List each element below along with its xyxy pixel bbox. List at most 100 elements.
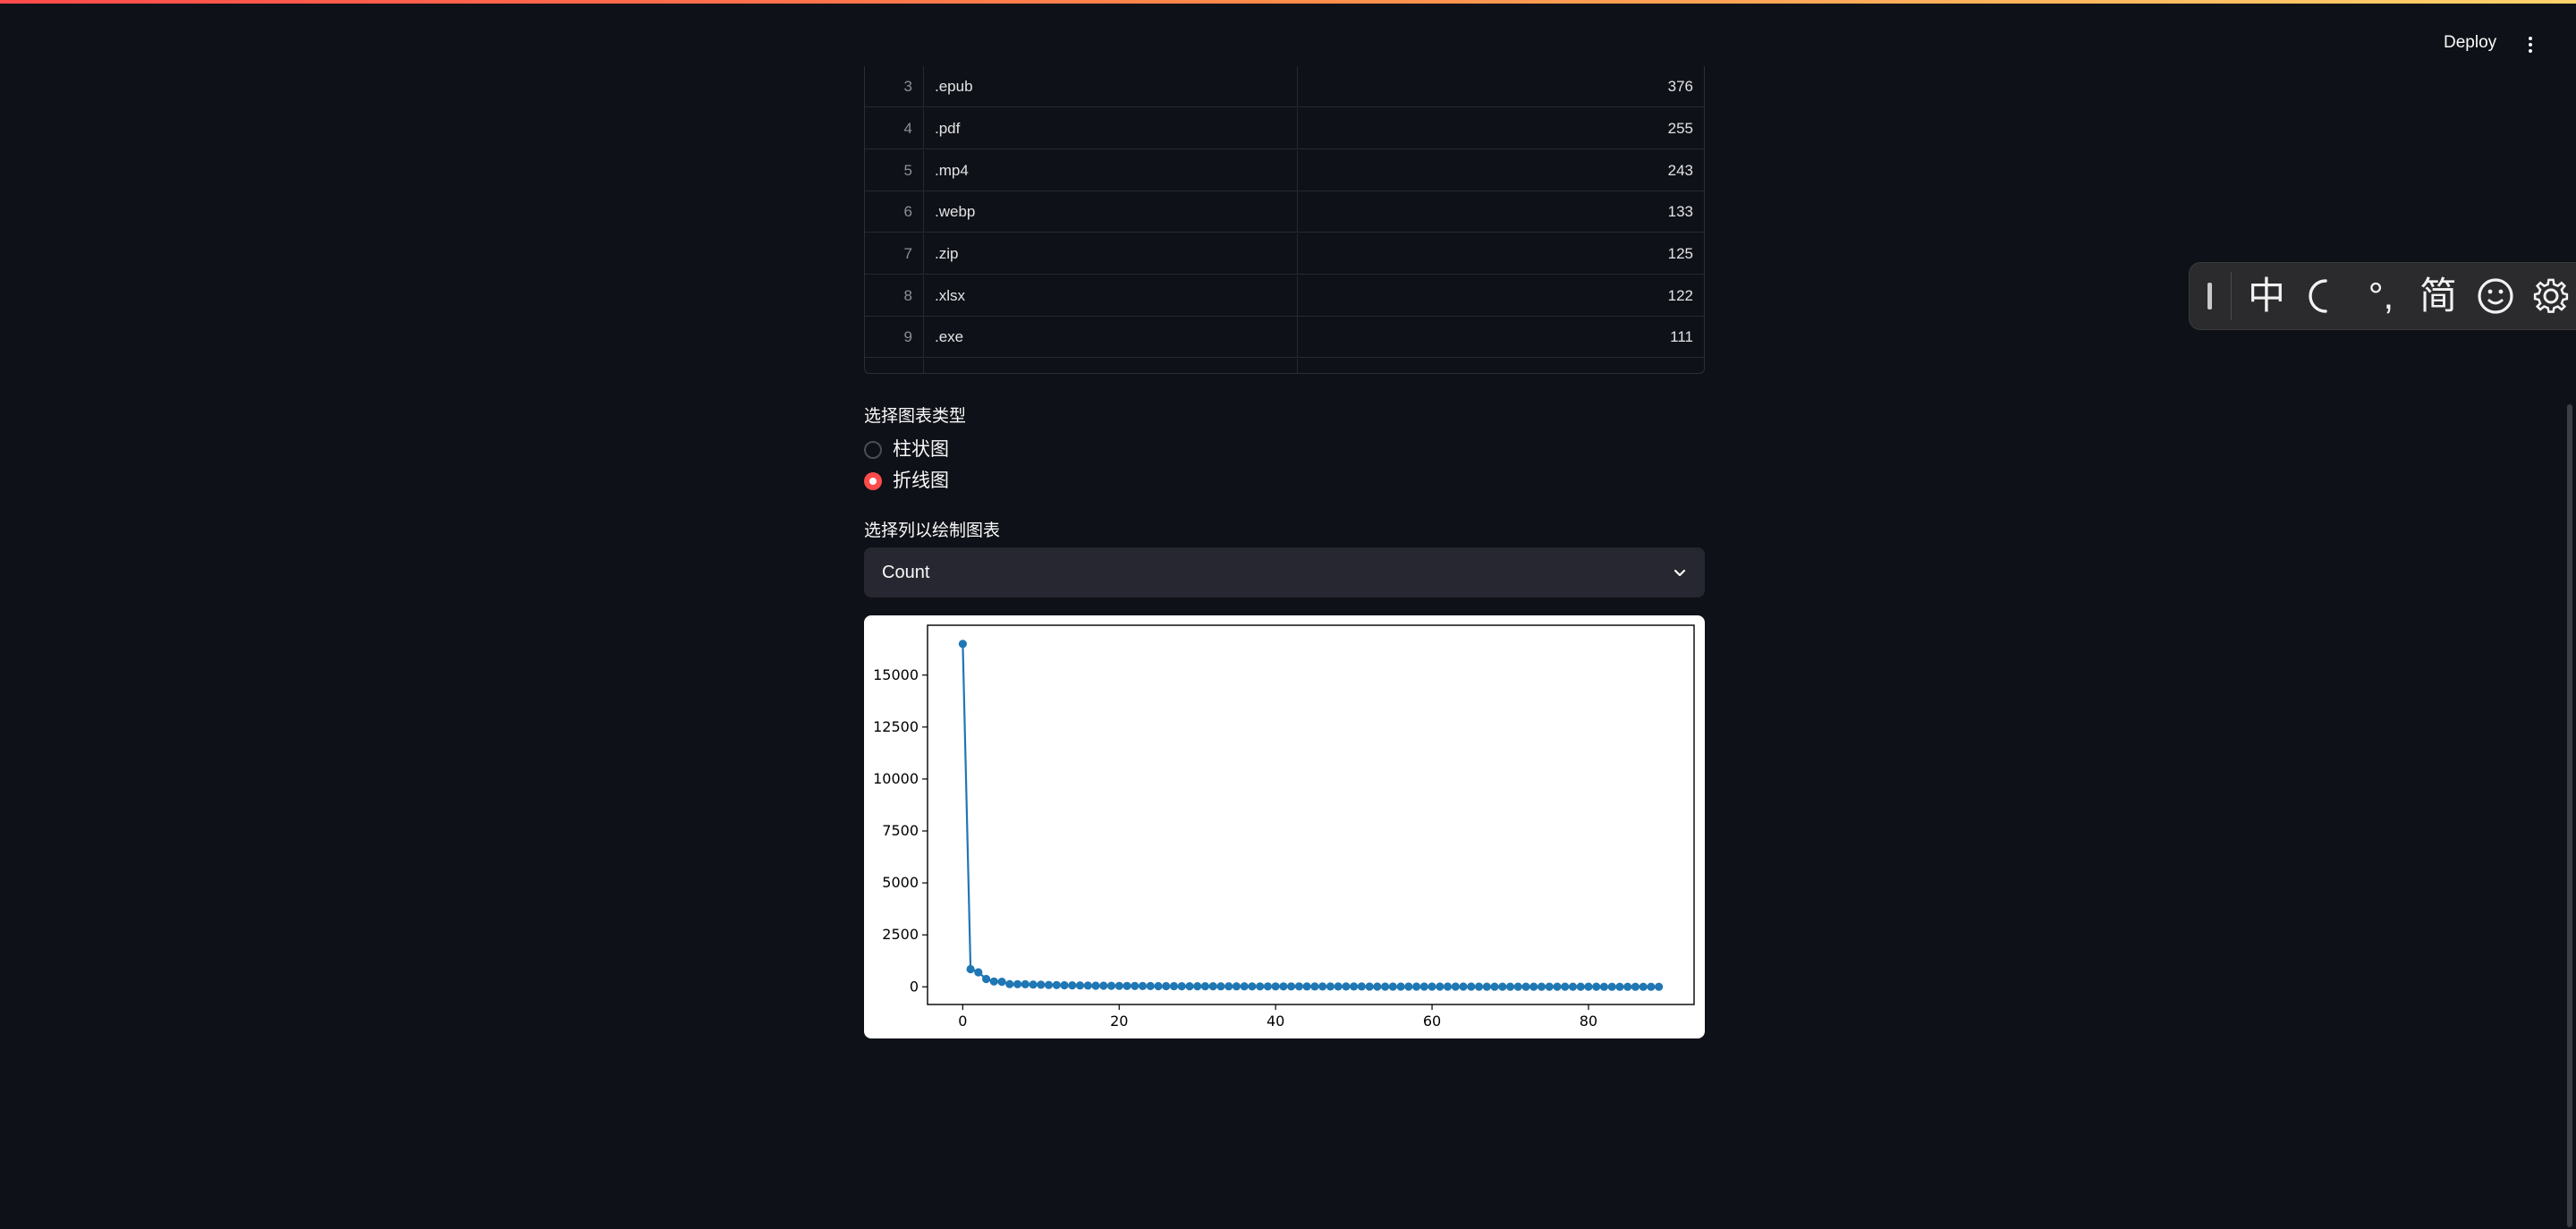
data-point — [1052, 980, 1061, 989]
y-tick-label: 2500 — [882, 926, 919, 943]
table-row: 4 .pdf 255 — [865, 108, 1704, 149]
extension-cell[interactable]: .pdf — [924, 108, 1298, 149]
table-row-partial — [865, 359, 1704, 373]
count-cell[interactable]: 255 — [1298, 108, 1704, 149]
data-point — [1240, 982, 1249, 991]
count-cell[interactable]: 133 — [1298, 191, 1704, 233]
x-tick-label: 20 — [1110, 1013, 1128, 1030]
data-point — [1037, 980, 1046, 989]
divider — [2231, 272, 2232, 320]
data-point — [974, 968, 983, 977]
table-row: 6 .webp 133 — [865, 191, 1704, 233]
kebab-menu-icon[interactable] — [2519, 27, 2542, 59]
data-point — [1060, 980, 1069, 990]
data-point — [1279, 982, 1288, 991]
y-tick-label: 10000 — [873, 770, 919, 787]
data-point — [1428, 982, 1436, 991]
data-point — [958, 640, 967, 648]
count-cell[interactable]: 111 — [1298, 317, 1704, 358]
scroll-thumb[interactable] — [2567, 404, 2572, 1227]
count-cell[interactable]: 122 — [1298, 275, 1704, 317]
line-chart: 0 20 40 60 80 0 2500 5000 7500 10000 12500 15000 — [864, 615, 1705, 1038]
radio-button[interactable] — [864, 441, 882, 459]
row-index: 7 — [865, 233, 924, 275]
data-point — [1193, 982, 1202, 991]
y-tick-label: 7500 — [882, 822, 919, 839]
extension-cell[interactable]: .zip — [924, 233, 1298, 275]
data-point — [1357, 982, 1366, 991]
simplified-chinese-icon[interactable]: 简 — [2411, 263, 2465, 329]
radio-button-selected[interactable] — [864, 472, 882, 490]
table-row: 8 .xlsx 122 — [865, 275, 1704, 317]
extension-cell[interactable]: .mp4 — [924, 150, 1298, 191]
data-point — [1419, 982, 1428, 991]
y-tick-label: 0 — [910, 978, 919, 995]
data-point — [1294, 982, 1303, 991]
page-scrollbar[interactable] — [2563, 0, 2576, 1229]
data-point — [1350, 982, 1359, 991]
emoji-icon[interactable] — [2469, 263, 2522, 329]
data-point — [1342, 982, 1351, 991]
data-point — [1537, 982, 1546, 991]
data-point — [1106, 981, 1116, 990]
table-row: 3 .epub 376 — [865, 66, 1704, 107]
data-point — [1615, 982, 1624, 991]
chart-type-label: 选择图表类型 — [864, 407, 967, 426]
table-row: 5 .mp4 243 — [865, 150, 1704, 191]
data-point — [1451, 982, 1460, 991]
data-point — [1200, 982, 1209, 991]
data-point — [1647, 982, 1656, 991]
count-cell[interactable]: 376 — [1298, 66, 1704, 107]
data-point — [1436, 982, 1445, 991]
data-point — [1326, 982, 1335, 991]
count-cell[interactable]: 243 — [1298, 150, 1704, 191]
data-point — [1599, 982, 1608, 991]
data-point — [1553, 982, 1562, 991]
data-point — [1498, 982, 1507, 991]
data-point — [1138, 981, 1148, 990]
data-point — [1091, 981, 1100, 990]
chevron-down-icon — [1674, 569, 1686, 577]
data-point — [1114, 981, 1123, 990]
data-point — [1482, 982, 1491, 991]
data-point — [1412, 982, 1421, 991]
row-index: 3 — [865, 66, 924, 107]
extension-cell[interactable] — [924, 359, 1298, 373]
data-point — [1248, 982, 1257, 991]
drag-handle-icon[interactable] — [2207, 283, 2212, 309]
data-point — [1592, 982, 1601, 991]
data-point — [1584, 982, 1593, 991]
x-tick-label: 0 — [958, 1013, 967, 1030]
radio-option-label: 柱状图 — [893, 439, 949, 460]
data-point — [1365, 982, 1374, 991]
column-select-label: 选择列以绘制图表 — [864, 521, 1001, 540]
data-point — [1373, 982, 1382, 991]
count-cell[interactable]: 125 — [1298, 233, 1704, 275]
data-point — [1271, 982, 1280, 991]
row-index: 4 — [865, 108, 924, 149]
punctuation-icon[interactable]: °, — [2354, 263, 2408, 329]
extension-cell[interactable]: .epub — [924, 66, 1298, 107]
data-point — [1146, 981, 1155, 990]
data-point — [1388, 982, 1397, 991]
count-cell[interactable] — [1298, 359, 1704, 373]
column-select[interactable]: Count — [864, 547, 1705, 598]
data-point — [1443, 982, 1453, 991]
extension-cell[interactable]: .exe — [924, 317, 1298, 358]
data-point — [989, 977, 998, 986]
data-point — [1287, 982, 1296, 991]
deploy-button[interactable]: Deploy — [2433, 27, 2507, 59]
extension-cell[interactable]: .xlsx — [924, 275, 1298, 317]
data-point — [1334, 982, 1343, 991]
data-point — [1521, 982, 1530, 991]
extension-cell[interactable]: .webp — [924, 191, 1298, 233]
data-point — [1396, 982, 1405, 991]
data-point — [1162, 981, 1171, 991]
data-point — [1256, 982, 1265, 991]
data-point — [1083, 981, 1092, 990]
row-index: 5 — [865, 150, 924, 191]
moon-icon[interactable] — [2297, 263, 2351, 329]
row-index — [865, 359, 924, 373]
chinese-mode-icon[interactable]: 中 — [2240, 263, 2293, 329]
select-value: Count — [882, 563, 930, 582]
